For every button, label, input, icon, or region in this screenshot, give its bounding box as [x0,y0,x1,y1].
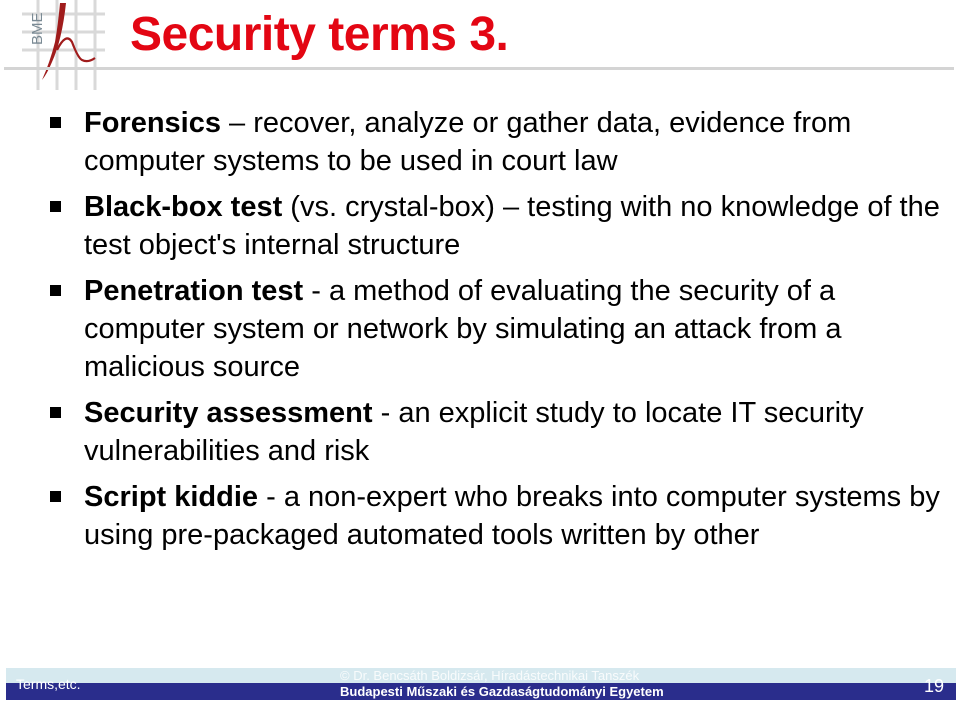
bme-logo: BME [0,0,130,100]
bme-text: BME [29,12,46,45]
bullet-term: Script kiddie [84,481,259,513]
slide-title: Security terms 3. [130,8,509,61]
bullet-term: Black-box test [84,191,283,223]
square-bullet-icon [50,201,61,212]
bullet-item: Forensics – recover, analyze or gather d… [46,104,946,180]
bullet-item: Security assessment - an explicit study … [46,394,946,470]
bullet-item: Penetration test - a method of evaluatin… [46,272,946,386]
bme-h-logo-icon: BME [22,0,105,90]
page-number: 19 [923,676,944,696]
bullet-item: Script kiddie - a non-expert who breaks … [46,478,946,554]
header-divider [4,67,954,70]
square-bullet-icon [50,407,61,418]
bullet-term: Forensics [84,107,221,139]
footer-section-label: Terms,etc. [16,676,81,692]
footer-university: Budapesti Műszaki és Gazdaságtudományi E… [340,684,664,699]
footer-copyright: © Dr. Bencsáth Boldizsár, Híradástechnik… [340,668,640,683]
slide-footer: Terms,etc. © Dr. Bencsáth Boldizsár, Hír… [6,668,956,700]
square-bullet-icon [50,117,61,128]
bullet-list: Forensics – recover, analyze or gather d… [46,104,946,562]
square-bullet-icon [50,491,61,502]
square-bullet-icon [50,285,61,296]
bullet-term: Penetration test [84,275,304,307]
bullet-term: Security assessment [84,397,373,429]
bullet-item: Black-box test (vs. crystal-box) – testi… [46,188,946,264]
